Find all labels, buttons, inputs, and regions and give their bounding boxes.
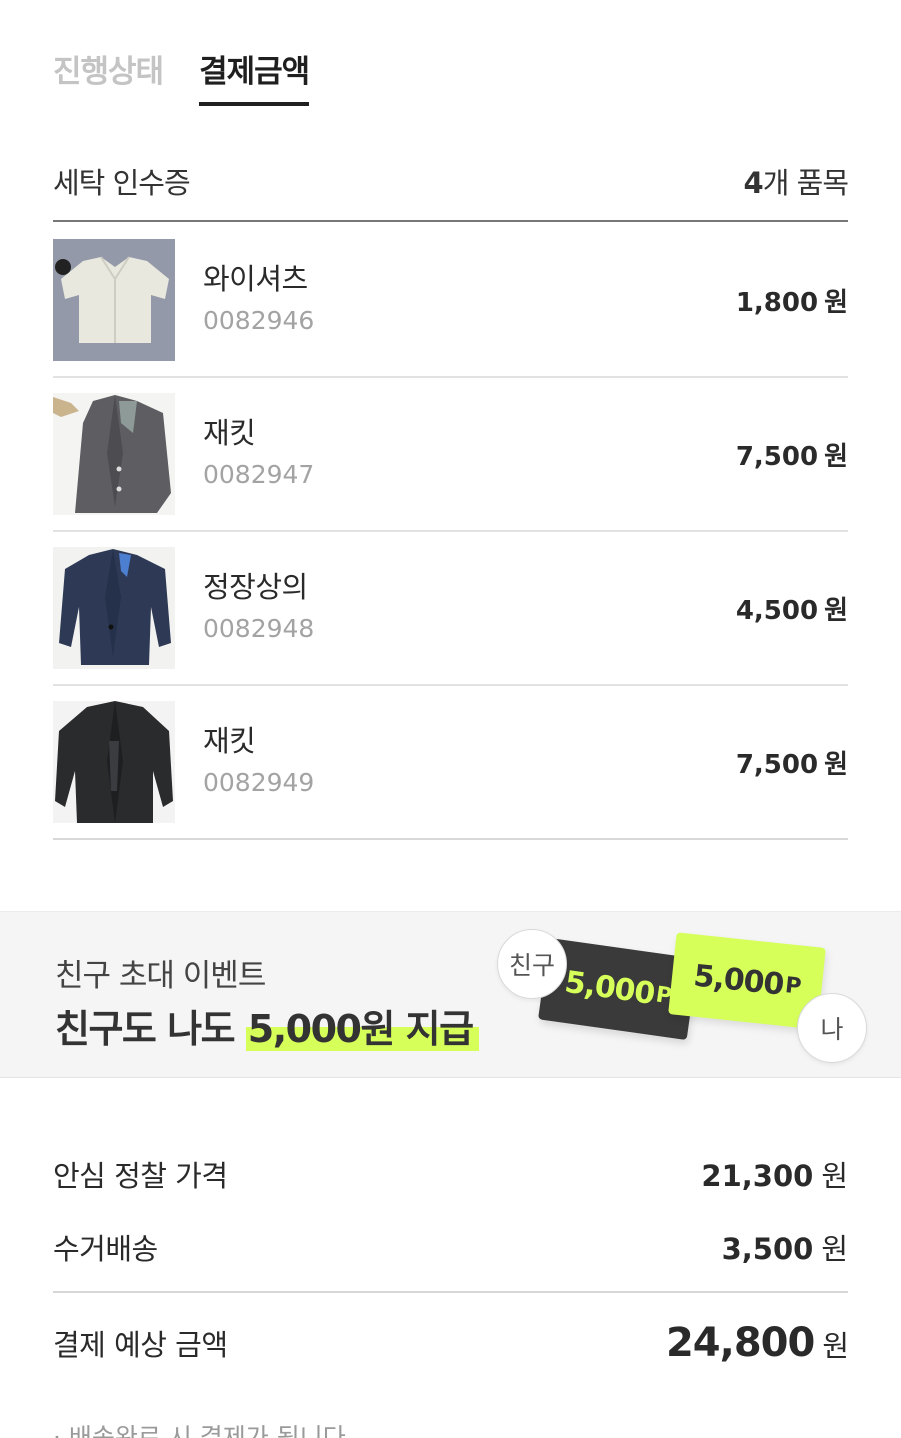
receipt-title: 세탁 인수증 xyxy=(53,166,191,200)
item-price: 7,500 원 xyxy=(736,744,848,781)
payment-summary: 안심 정찰 가격 21,300 원 수거배송 3,500 원 결제 예상 금액 24… xyxy=(53,1145,849,1393)
grand-total-value: 24,800 원 xyxy=(665,1320,849,1366)
item-name: 정장상의 xyxy=(203,570,308,604)
banner-title: 친구도 나도 5,000원 지급 xyxy=(55,998,479,1053)
friend-bubble: 친구 xyxy=(497,929,567,999)
my-coupon-unit: P xyxy=(783,972,802,1000)
banner-title-highlight: 5,000원 지급 xyxy=(245,1007,479,1051)
item-code: 0082948 xyxy=(203,614,315,643)
item-price: 7,500 원 xyxy=(736,436,848,473)
item-code: 0082946 xyxy=(203,306,315,335)
item-count-number: 4 xyxy=(743,166,764,200)
item-price-currency: 원 xyxy=(824,749,848,780)
tab-progress-status[interactable]: 진행상태 xyxy=(53,46,164,106)
summary-label: 수거배송 xyxy=(53,1232,158,1266)
gray-jacket-photo-icon xyxy=(53,393,175,515)
payment-note: · 배송완료 시 결제가 됩니다 xyxy=(53,1423,346,1438)
friend-coupon-amount: 5,000 xyxy=(562,964,657,1012)
item-price-currency: 원 xyxy=(824,287,848,318)
item-price-value: 1,800 xyxy=(735,287,819,318)
laundry-item[interactable]: 정장상의 0082948 4,500 원 xyxy=(53,532,848,686)
laundry-item[interactable]: 재킷 0082949 7,500 원 xyxy=(53,686,848,840)
summary-amount: 21,300 xyxy=(701,1159,814,1193)
item-price: 4,500 원 xyxy=(736,590,848,627)
laundry-item-list: 와이셔츠 0082946 1,800원 재킷 0082947 7,500원 xyxy=(53,224,848,840)
tab-bar: 진행상태 결제금액 xyxy=(53,46,310,106)
item-price: 1,800 원 xyxy=(736,282,848,319)
summary-label: 안심 정찰 가격 xyxy=(53,1159,228,1193)
grand-total-row: 결제 예상 금액 24,800 원 xyxy=(53,1293,849,1393)
grand-total-amount: 24,800 xyxy=(665,1320,815,1366)
black-jacket-photo-icon xyxy=(53,701,175,823)
item-price-value: 7,500 xyxy=(735,441,819,472)
summary-value: 21,300 원 xyxy=(701,1153,848,1195)
summary-currency: 원 xyxy=(821,1159,848,1193)
summary-row: 수거배송 3,500 원 xyxy=(53,1218,848,1276)
item-name: 와이셔츠 xyxy=(203,262,308,296)
item-name: 재킷 xyxy=(203,724,256,758)
item-name: 재킷 xyxy=(203,416,256,450)
banner-title-prefix: 친구도 나도 xyxy=(55,1007,246,1051)
banner-subtitle: 친구 초대 이벤트 xyxy=(55,958,266,994)
grand-total-currency: 원 xyxy=(822,1329,849,1363)
laundry-item[interactable]: 와이셔츠 0082946 1,800 원 xyxy=(53,224,848,378)
item-price-value: 4,500 xyxy=(735,595,819,626)
dress-shirt-photo-icon xyxy=(53,239,175,361)
laundry-item[interactable]: 재킷 0082947 7,500 원 xyxy=(53,378,848,532)
navy-suit-jacket-photo-icon xyxy=(53,547,175,669)
summary-value: 3,500 원 xyxy=(722,1226,848,1268)
item-code: 0082947 xyxy=(203,460,315,489)
grand-total-label: 결제 예상 금액 xyxy=(53,1328,228,1362)
item-code: 0082949 xyxy=(203,768,315,797)
item-price-value: 7,500 xyxy=(735,749,819,780)
item-price-currency: 원 xyxy=(824,595,848,626)
summary-row: 안심 정찰 가격 21,300 원 xyxy=(53,1145,848,1203)
me-bubble: 나 xyxy=(797,993,867,1063)
item-count: 4개 품목 xyxy=(743,160,849,202)
tab-payment-amount[interactable]: 결제금액 xyxy=(199,46,310,106)
receipt-header: 세탁 인수증 4개 품목 xyxy=(53,160,849,222)
summary-amount: 3,500 xyxy=(721,1232,814,1266)
summary-currency: 원 xyxy=(821,1232,848,1266)
item-price-currency: 원 xyxy=(824,441,848,472)
my-coupon-amount: 5,000 xyxy=(691,958,786,1003)
item-count-suffix: 개 품목 xyxy=(762,166,849,200)
